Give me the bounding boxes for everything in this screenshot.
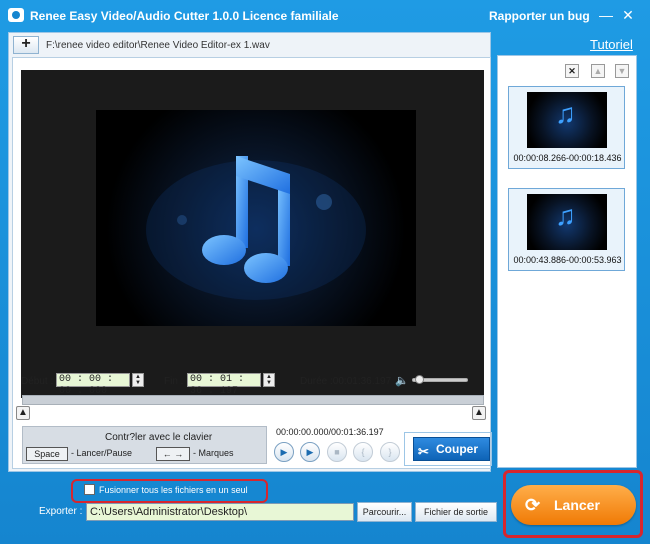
report-bug-link[interactable]: Rapporter un bug: [489, 9, 590, 23]
minimize-button[interactable]: —: [598, 7, 614, 23]
music-note-icon: [146, 156, 366, 300]
timeline-track[interactable]: [22, 395, 484, 405]
video-frame: [96, 110, 416, 326]
move-up-button[interactable]: ▲: [591, 64, 605, 78]
app-window: Renee Easy Video/Audio Cutter 1.0.0 Lice…: [0, 0, 650, 544]
refresh-icon: ⟳: [525, 495, 541, 515]
volume-icon[interactable]: 🔈: [395, 374, 409, 387]
merge-checkbox[interactable]: [84, 484, 95, 495]
start-time-stepper[interactable]: ▲ ▼: [132, 373, 144, 387]
play-step-button[interactable]: ▶: [300, 442, 320, 462]
clip-item-2[interactable]: ♫ 00:00:43.886-00:00:53.963: [508, 188, 625, 271]
clip-time-range: 00:00:43.886-00:00:53.963: [513, 255, 622, 265]
clip-item-1[interactable]: ♫ 00:00:08.266-00:00:18.436: [508, 86, 625, 169]
arrow-keys-desc: - Marques: [193, 448, 234, 458]
keyboard-hint-box: Contr?ler avec le clavier Space - Lancer…: [22, 426, 267, 464]
space-key-desc: - Lancer/Pause: [71, 448, 133, 458]
start-time-field[interactable]: 00 : 00 : 00 . 000: [56, 373, 130, 397]
start-marker-handle[interactable]: ▲: [16, 406, 30, 420]
app-logo-icon: [8, 8, 24, 22]
launch-button-label: Lancer: [554, 497, 600, 513]
play-button[interactable]: ▶: [274, 442, 294, 462]
keyboard-hint-title: Contr?ler avec le clavier: [105, 432, 213, 443]
window-title: Renee Easy Video/Audio Cutter 1.0.0 Lice…: [30, 9, 339, 23]
start-label: Début :: [21, 376, 54, 387]
output-folder-button[interactable]: Fichier de sortie: [415, 502, 497, 522]
volume-slider-handle[interactable]: [415, 375, 424, 384]
mark-out-button[interactable]: }: [380, 442, 400, 462]
end-marker-handle[interactable]: ▲: [472, 406, 486, 420]
playback-position: 00:00:00.000/00:01:36.197: [276, 427, 384, 437]
clip-thumbnail: ♫: [527, 92, 607, 148]
end-time-stepper[interactable]: ▲ ▼: [263, 373, 275, 387]
cut-button-label: Couper: [436, 442, 478, 456]
space-key: Space: [26, 447, 68, 461]
move-down-button[interactable]: ▼: [615, 64, 629, 78]
cut-button[interactable]: ✂ Couper: [413, 437, 490, 461]
scissors-icon: ✂: [418, 444, 429, 459]
add-file-button[interactable]: +: [13, 36, 39, 54]
delete-clip-button[interactable]: ✕: [565, 64, 579, 78]
stop-button[interactable]: ■: [327, 442, 347, 462]
music-note-icon: ♫: [555, 98, 576, 129]
title-bar: Renee Easy Video/Audio Cutter 1.0.0 Lice…: [0, 0, 650, 30]
end-time-field[interactable]: 00 : 01 : 36 . 197: [187, 373, 261, 397]
mark-in-button[interactable]: {: [353, 442, 373, 462]
file-path: F:\renee video editor\Renee Video Editor…: [46, 40, 270, 51]
tutorial-link[interactable]: Tutoriel: [590, 37, 633, 52]
clip-thumbnail: ♫: [527, 194, 607, 250]
merge-label: Fusionner tous les fichiers en un seul: [99, 485, 248, 495]
end-label: Fin :: [164, 376, 184, 387]
clip-list-panel: ✕ ▲ ▼ ♫ 00:00:08.266-00:00:18.436 ♫ 00:0…: [497, 55, 637, 468]
export-label: Exporter :: [39, 506, 83, 517]
export-path-field[interactable]: C:\Users\Administrator\Desktop\: [86, 503, 354, 521]
arrow-keys: ← →: [156, 447, 190, 461]
launch-button[interactable]: ⟳ Lancer: [511, 485, 636, 525]
duration-text: Durée :00:01:36.197: [300, 376, 392, 387]
close-button[interactable]: ✕: [620, 7, 636, 23]
browse-button[interactable]: Parcourir...: [357, 502, 412, 522]
clip-time-range: 00:00:08.266-00:00:18.436: [513, 153, 622, 163]
video-preview[interactable]: [21, 70, 484, 398]
music-note-icon: ♫: [555, 200, 576, 231]
